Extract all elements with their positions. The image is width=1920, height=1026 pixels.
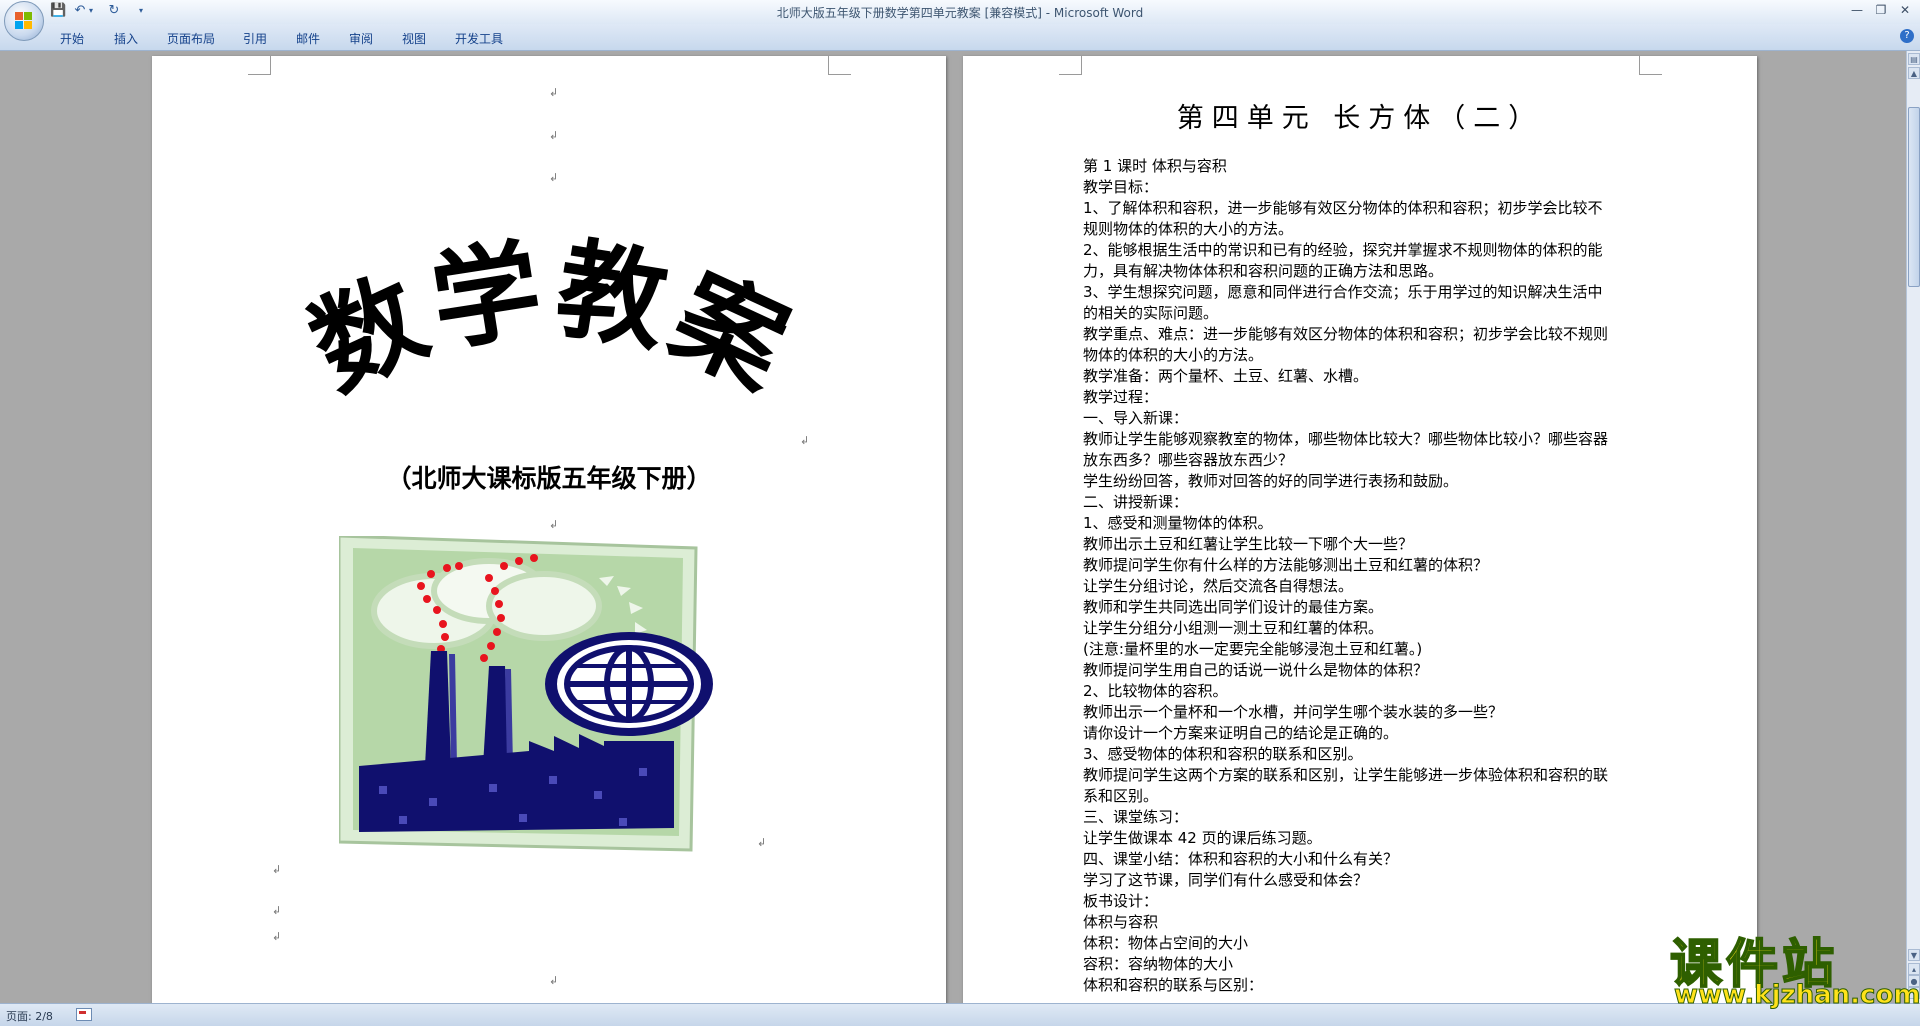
- lesson-line: 三、课堂练习：: [1083, 808, 1189, 826]
- lesson-heading: 第四单元 长方体（二）: [1176, 103, 1544, 134]
- lesson-line: 教学准备：两个量杯、土豆、红薯、水槽。: [1083, 367, 1369, 385]
- office-logo-icon: [15, 12, 33, 30]
- lesson-line: 让学生分组讨论，然后交流各自得想法。: [1083, 577, 1354, 595]
- paragraph-mark: ↲: [549, 129, 559, 142]
- scroll-thumb[interactable]: [1908, 107, 1920, 287]
- lesson-line: 体积和容积的联系与区别：: [1083, 976, 1264, 994]
- lesson-line: 2、比较物体的容积。: [1083, 682, 1228, 700]
- tab-home[interactable]: 开始: [60, 30, 84, 47]
- lesson-line: 体积：物体占空间的大小: [1083, 934, 1249, 952]
- paragraph-mark: ↲: [272, 930, 282, 943]
- lesson-line: 一、导入新课：: [1083, 409, 1189, 427]
- lesson-line: 1、了解体积和容积，进一步能够有效区分物体的体积和容积；初步学会比较不: [1083, 199, 1603, 217]
- restore-button[interactable]: ❐: [1870, 2, 1892, 18]
- scroll-up-button[interactable]: ▲: [1908, 67, 1920, 79]
- crop-mark: [1639, 56, 1662, 75]
- page-number-status[interactable]: 页面: 2/8: [6, 1008, 53, 1024]
- title-bar: 💾 ↶ ▾ ↻ ▾ 北师大版五年级下册数学第四单元教案 [兼容模式] - Mic…: [0, 0, 1920, 24]
- lesson-line: (注意:量杯里的水一定要完全能够浸泡土豆和红薯。): [1083, 640, 1423, 658]
- lesson-line: 物体的体积的大小的方法。: [1083, 346, 1264, 364]
- lesson-line: 教师出示一个量杯和一个水槽，并问学生哪个装水装的多一些？: [1083, 703, 1504, 721]
- lesson-line: 容积：容纳物体的大小: [1083, 955, 1234, 973]
- proofing-icon[interactable]: [76, 1008, 92, 1021]
- tab-insert[interactable]: 插入: [114, 30, 138, 47]
- paragraph-mark: ↲: [549, 974, 559, 987]
- lesson-line: 2、能够根据生活中的常识和已有的经验，探究并掌握求不规则物体的体积的能: [1083, 241, 1603, 259]
- lesson-line: 二、讲授新课：: [1083, 493, 1189, 511]
- lesson-line: 3、感受物体的体积和容积的联系和区别。: [1083, 745, 1363, 763]
- lesson-line: 系和区别。: [1083, 787, 1159, 805]
- watermark-url: www.kjzhan.com: [1673, 980, 1920, 1011]
- crop-mark: [248, 56, 271, 75]
- tab-review[interactable]: 审阅: [349, 30, 373, 47]
- lesson-line: 四、课堂小结：体积和容积的大小和什么有关？: [1083, 850, 1399, 868]
- tab-page-layout[interactable]: 页面布局: [167, 30, 215, 47]
- lesson-line: 3、学生想探究问题，愿意和同伴进行合作交流；乐于用学过的知识解决生活中: [1083, 283, 1603, 301]
- paragraph-mark: ↲: [272, 904, 282, 917]
- factory-globe-clipart[interactable]: [339, 536, 739, 856]
- lesson-line: 教师提问学生这两个方案的联系和区别，让学生能够进一步体验体积和容积的联: [1083, 766, 1609, 784]
- globe-icon: [545, 632, 713, 736]
- tab-mailings[interactable]: 邮件: [296, 30, 320, 47]
- crop-mark: [828, 56, 851, 75]
- tab-developer[interactable]: 开发工具: [455, 30, 503, 47]
- lesson-body[interactable]: 第 1 课时 体积与容积 教学目标： 1、了解体积和容积，进一步能够有效区分物体的体…: [1083, 156, 1643, 996]
- lesson-line: 的相关的实际问题。: [1083, 304, 1219, 322]
- paragraph-mark: ↲: [549, 86, 559, 99]
- lesson-line: 教师提问学生你有什么样的方法能够测出土豆和红薯的体积？: [1083, 556, 1489, 574]
- lesson-line: 教师出示土豆和红薯让学生比较一下哪个大一些？: [1083, 535, 1414, 553]
- lesson-page[interactable]: 第四单元 长方体（二） 第 1 课时 体积与容积 教学目标： 1、了解体积和容积，进…: [963, 56, 1757, 1003]
- help-icon[interactable]: ?: [1900, 29, 1914, 43]
- paragraph-mark: ↲: [549, 518, 559, 531]
- lesson-line: 教学目标：: [1083, 178, 1159, 196]
- lesson-line: 教学重点、难点：进一步能够有效区分物体的体积和容积；初步学会比较不规则: [1083, 325, 1609, 343]
- status-bar: 页面: 2/8: [0, 1003, 1920, 1026]
- office-button[interactable]: [4, 1, 44, 41]
- tab-view[interactable]: 视图: [402, 30, 426, 47]
- lesson-line: 让学生做课本 42 页的课后练习题。: [1083, 829, 1322, 847]
- svg-text:数学教案: 数学教案: [293, 226, 810, 414]
- lesson-line: 教学过程：: [1083, 388, 1159, 406]
- lesson-line: 1、感受和测量物体的体积。: [1083, 514, 1273, 532]
- lesson-line: 学生纷纷回答，教师对回答的好的同学进行表扬和鼓励。: [1083, 472, 1459, 490]
- paragraph-mark: ↲: [800, 434, 810, 447]
- tab-references[interactable]: 引用: [243, 30, 267, 47]
- cover-page[interactable]: ↲ ↲ ↲ 数学教案 ↲ （北师大课标版五年级下册） ↲ ↲ ↲ ↲ ↲ ↲: [152, 56, 946, 1003]
- crop-mark: [1059, 56, 1082, 75]
- paragraph-mark: ↲: [549, 171, 559, 184]
- paragraph-mark: ↲: [272, 863, 282, 876]
- ruler-toggle-icon[interactable]: ▤: [1908, 53, 1920, 65]
- close-button[interactable]: ✕: [1894, 2, 1916, 18]
- lesson-line: 学习了这节课，同学们有什么感受和体会？: [1083, 871, 1369, 889]
- wordart-title[interactable]: 数学教案: [152, 186, 946, 426]
- window-title: 北师大版五年级下册数学第四单元教案 [兼容模式] - Microsoft Wor…: [776, 6, 1144, 20]
- lesson-line: 规则物体的体积的大小的方法。: [1083, 220, 1294, 238]
- lesson-line: 教师让学生能够观察教室的物体，哪些物体比较大？哪些物体比较小？哪些容器: [1083, 430, 1609, 448]
- lesson-line: 请你设计一个方案来证明自己的结论是正确的。: [1083, 724, 1399, 742]
- lesson-line: 让学生分组分小组测一测土豆和红薯的体积。: [1083, 619, 1384, 637]
- cover-subtitle: （北师大课标版五年级下册）: [386, 464, 712, 493]
- lesson-line: 力，具有解决物体体积和容积问题的正确方法和思路。: [1083, 262, 1444, 280]
- paragraph-mark: ↲: [757, 836, 767, 849]
- lesson-line: 体积与容积: [1083, 913, 1159, 931]
- lesson-line: 板书设计：: [1083, 892, 1159, 910]
- vertical-scrollbar[interactable]: ▤ ▲ ▼ ▴ ● ▾: [1906, 51, 1920, 1003]
- ribbon: 开始 插入 页面布局 引用 邮件 审阅 视图 开发工具 ?: [0, 24, 1920, 51]
- site-watermark: 课件站 www.kjzhan.com: [1660, 922, 1920, 1012]
- lesson-line: 放东西多？哪些容器放东西少？: [1083, 451, 1294, 469]
- minimize-button[interactable]: —: [1846, 2, 1868, 18]
- lesson-line: 教师提问学生用自己的话说一说什么是物体的体积？: [1083, 661, 1429, 679]
- wordart-text: 数学教案: [293, 226, 804, 414]
- lesson-line: 第 1 课时 体积与容积: [1083, 157, 1227, 175]
- document-workspace[interactable]: ↲ ↲ ↲ 数学教案 ↲ （北师大课标版五年级下册） ↲ ↲ ↲ ↲ ↲ ↲ 第…: [0, 51, 1906, 1003]
- lesson-line: 教师和学生共同选出同学们设计的最佳方案。: [1083, 598, 1384, 616]
